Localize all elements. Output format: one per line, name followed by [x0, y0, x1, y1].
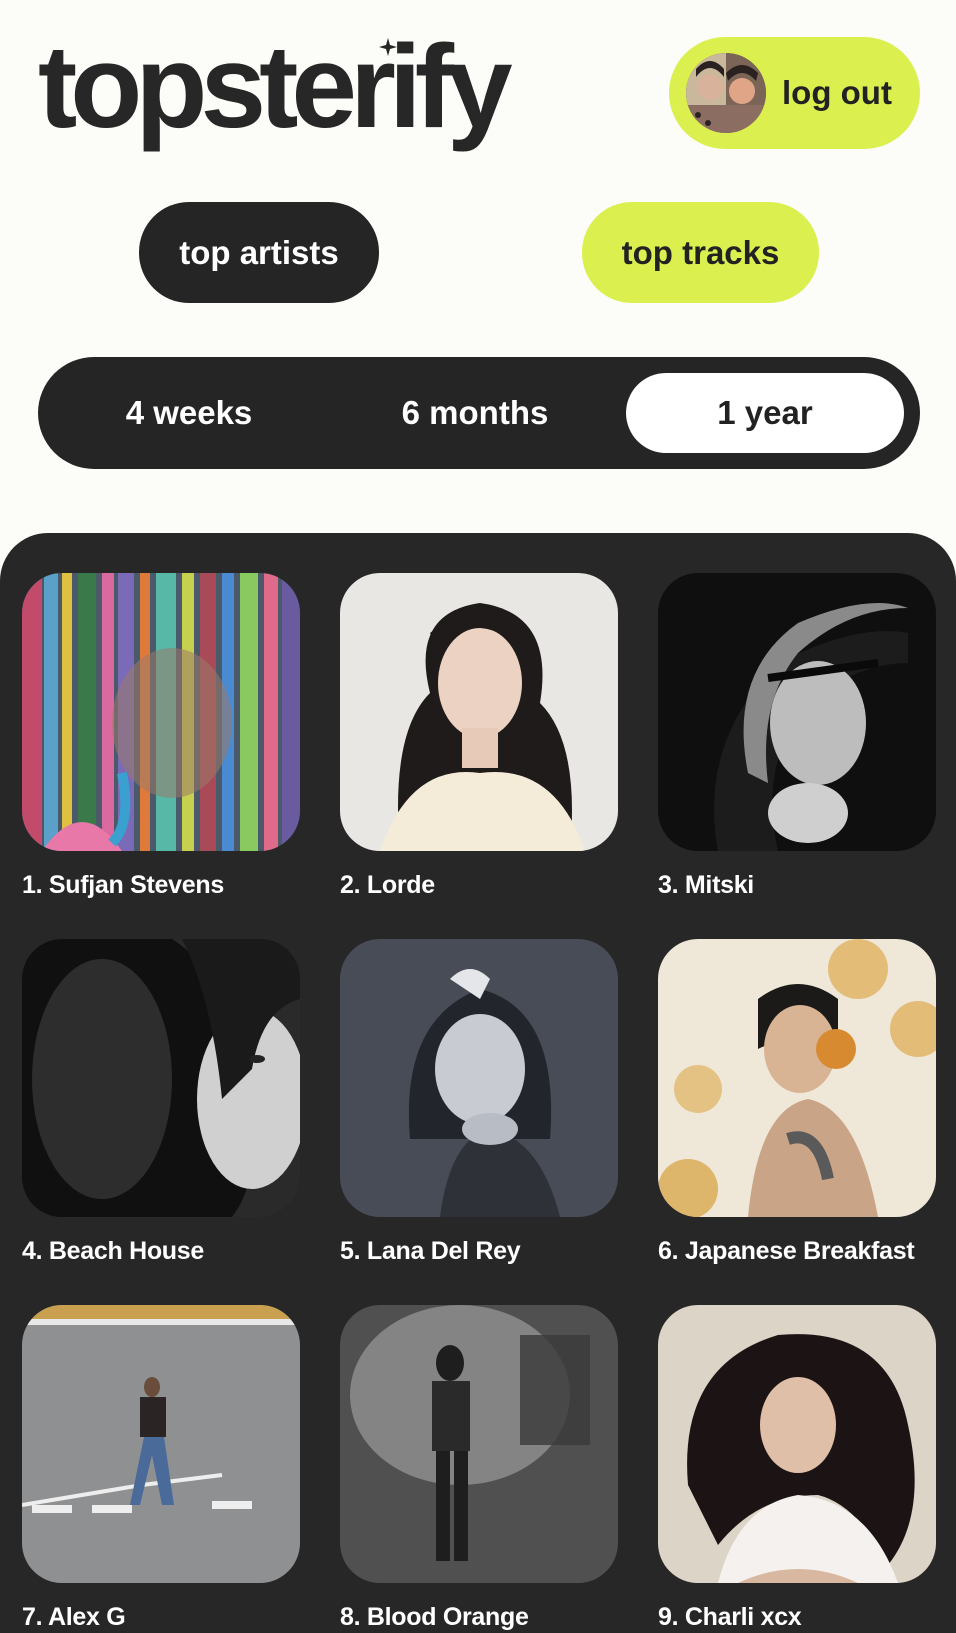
- tab-top-tracks[interactable]: top tracks: [582, 202, 819, 303]
- logo-star-icon: [379, 38, 397, 56]
- artist-card[interactable]: 3. Mitski: [658, 573, 936, 900]
- artist-photo-icon: [658, 573, 936, 851]
- artist-name: 4. Beach House: [22, 1237, 204, 1265]
- time-range-selector: 4 weeks 6 months 1 year: [38, 357, 920, 469]
- artist-name: 8. Blood Orange: [340, 1603, 529, 1631]
- artist-card[interactable]: 8. Blood Orange: [340, 1305, 618, 1632]
- artist-card[interactable]: 9. Charli xcx: [658, 1305, 936, 1632]
- artist-name: 1. Sufjan Stevens: [22, 871, 224, 899]
- artist-card[interactable]: 4. Beach House: [22, 939, 300, 1266]
- artist-card[interactable]: 1. Sufjan Stevens: [22, 573, 300, 900]
- artist-name: 9. Charli xcx: [658, 1603, 802, 1631]
- logout-button[interactable]: log out: [669, 37, 920, 149]
- artist-card[interactable]: 5. Lana Del Rey: [340, 939, 618, 1266]
- artist-grid: 1. Sufjan Stevens 2. Lorde 3. Mitski 4. …: [0, 533, 956, 1633]
- artist-photo-icon: [340, 939, 618, 1217]
- artist-name: 7. Alex G: [22, 1603, 126, 1631]
- artist-card[interactable]: 7. Alex G: [22, 1305, 300, 1632]
- artist-card[interactable]: 6. Japanese Breakfast: [658, 939, 936, 1266]
- artist-photo-icon: [658, 1305, 936, 1583]
- artist-name: 6. Japanese Breakfast: [658, 1237, 915, 1265]
- tab-top-artists[interactable]: top artists: [139, 202, 379, 303]
- artist-photo-icon: [22, 939, 300, 1217]
- logout-label: log out: [782, 74, 892, 111]
- artist-name: 3. Mitski: [658, 871, 754, 899]
- user-avatar-icon: [686, 53, 766, 133]
- artist-photo-icon: [22, 1305, 300, 1583]
- artist-name: 2. Lorde: [340, 871, 435, 899]
- range-1-year[interactable]: 1 year: [626, 373, 904, 453]
- range-4-weeks[interactable]: 4 weeks: [54, 373, 324, 453]
- artist-name: 5. Lana Del Rey: [340, 1237, 521, 1265]
- app-logo: topsterify: [38, 21, 513, 153]
- range-6-months[interactable]: 6 months: [340, 373, 610, 453]
- artist-photo-icon: [340, 573, 618, 851]
- artist-photo-icon: [340, 1305, 618, 1583]
- artist-card[interactable]: 2. Lorde: [340, 573, 618, 900]
- artist-photo-icon: [658, 939, 936, 1217]
- artist-photo-icon: [22, 573, 300, 851]
